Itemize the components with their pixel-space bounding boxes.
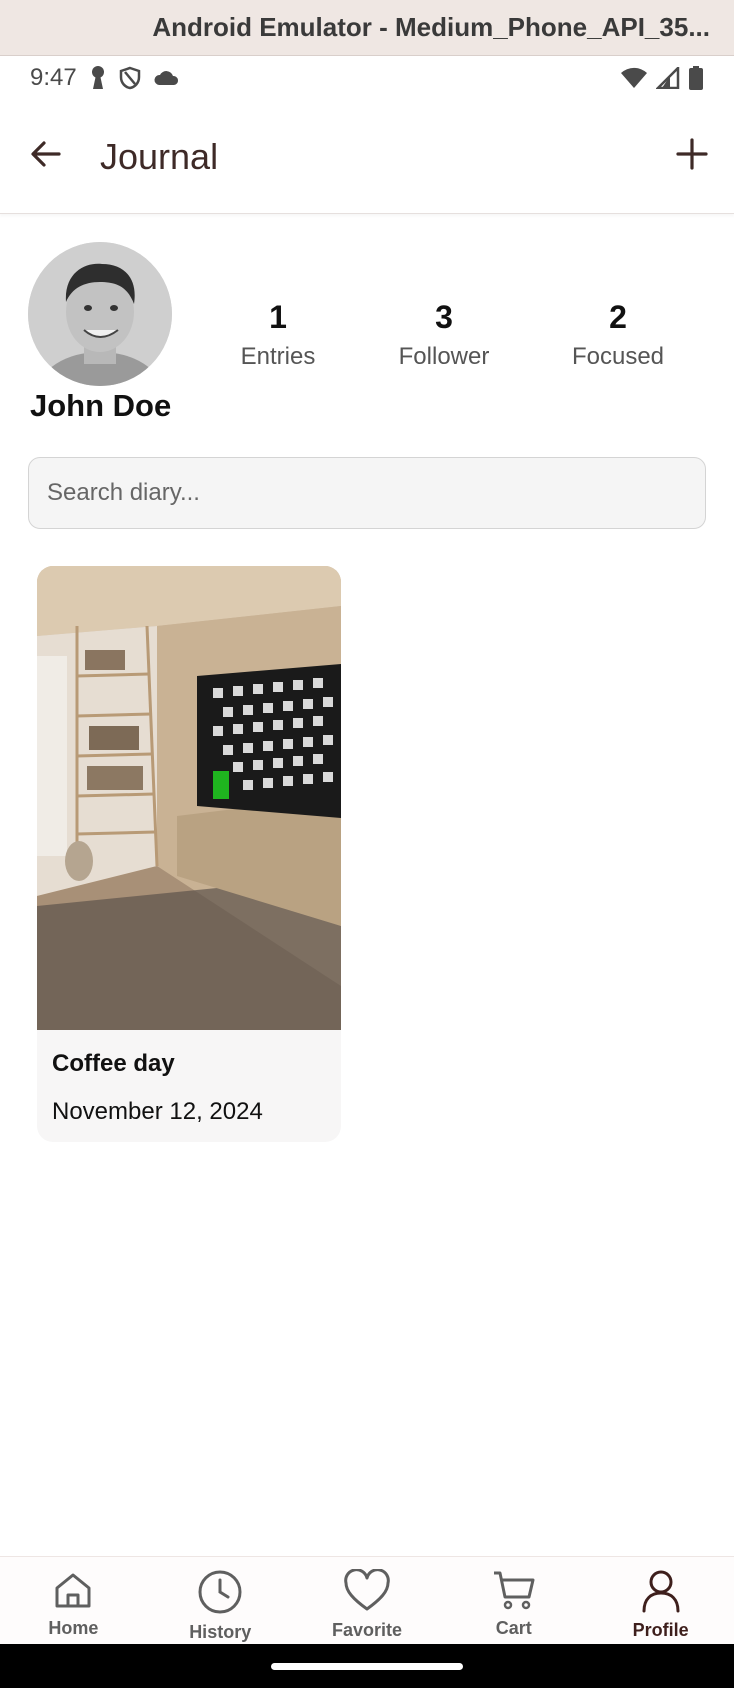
bottom-navigation: Home History Favorite Cart Profile [0,1556,734,1644]
journal-entry-card[interactable]: Coffee day November 12, 2024 [37,566,341,1142]
wifi-icon [620,67,648,89]
nav-label: Favorite [331,1620,402,1640]
nav-item-profile[interactable]: Profile [587,1557,734,1644]
person-icon [641,1569,681,1618]
nav-label: Home [48,1618,99,1638]
nav-item-favorite[interactable]: Favorite [294,1557,441,1644]
cloud-icon [153,69,179,87]
nav-item-cart[interactable]: Cart [440,1557,587,1644]
profile-header: John Doe 1 Entries 3 Follower 2 Focused [0,240,734,430]
avatar[interactable] [28,242,172,386]
stat-value: 2 [609,299,627,335]
status-system-icons [620,65,704,91]
status-time: 9:47 [30,64,77,91]
home-icon [52,1569,94,1616]
stat-label: Entries [240,343,316,371]
status-bar: 9:47 [0,56,734,100]
entry-date: November 12, 2024 [52,1098,263,1125]
stat-value: 3 [435,299,453,335]
keyhole-icon [89,65,107,91]
nav-item-history[interactable]: History [147,1557,294,1644]
search-input[interactable] [28,457,706,529]
top-app-bar: Journal [0,100,734,214]
plus-icon [676,138,708,175]
signal-icon [656,67,680,89]
stat-label: Focused [571,343,665,371]
nav-item-home[interactable]: Home [0,1557,147,1644]
status-notification-icons [89,65,179,91]
cart-icon [492,1569,536,1616]
clock-icon [197,1569,243,1620]
page-title: Journal [100,135,219,177]
add-entry-button[interactable] [664,129,720,185]
back-button[interactable] [18,129,74,185]
stat-focused[interactable]: 2 Focused [538,299,698,371]
gesture-navigation-bar [0,1644,734,1688]
nav-label: Cart [495,1618,532,1638]
heart-icon [343,1568,391,1618]
arrow-left-icon [29,137,63,176]
stat-label: Follower [398,343,490,371]
stat-entries: 1 Entries [198,299,358,371]
battery-icon [688,65,704,91]
stat-followers[interactable]: 3 Follower [364,299,524,371]
entry-title: Coffee day [52,1050,175,1077]
nav-label: Profile [632,1620,689,1640]
entry-photo [37,566,341,1030]
emulator-title-bar: Android Emulator - Medium_Phone_API_35..… [0,0,734,56]
nav-label: History [189,1622,252,1642]
shield-icon [119,66,141,90]
stat-value: 1 [269,299,287,335]
profile-name: John Doe [30,388,172,423]
home-gesture-handle[interactable] [271,1663,463,1670]
window-title: Android Emulator - Medium_Phone_API_35..… [152,12,710,42]
